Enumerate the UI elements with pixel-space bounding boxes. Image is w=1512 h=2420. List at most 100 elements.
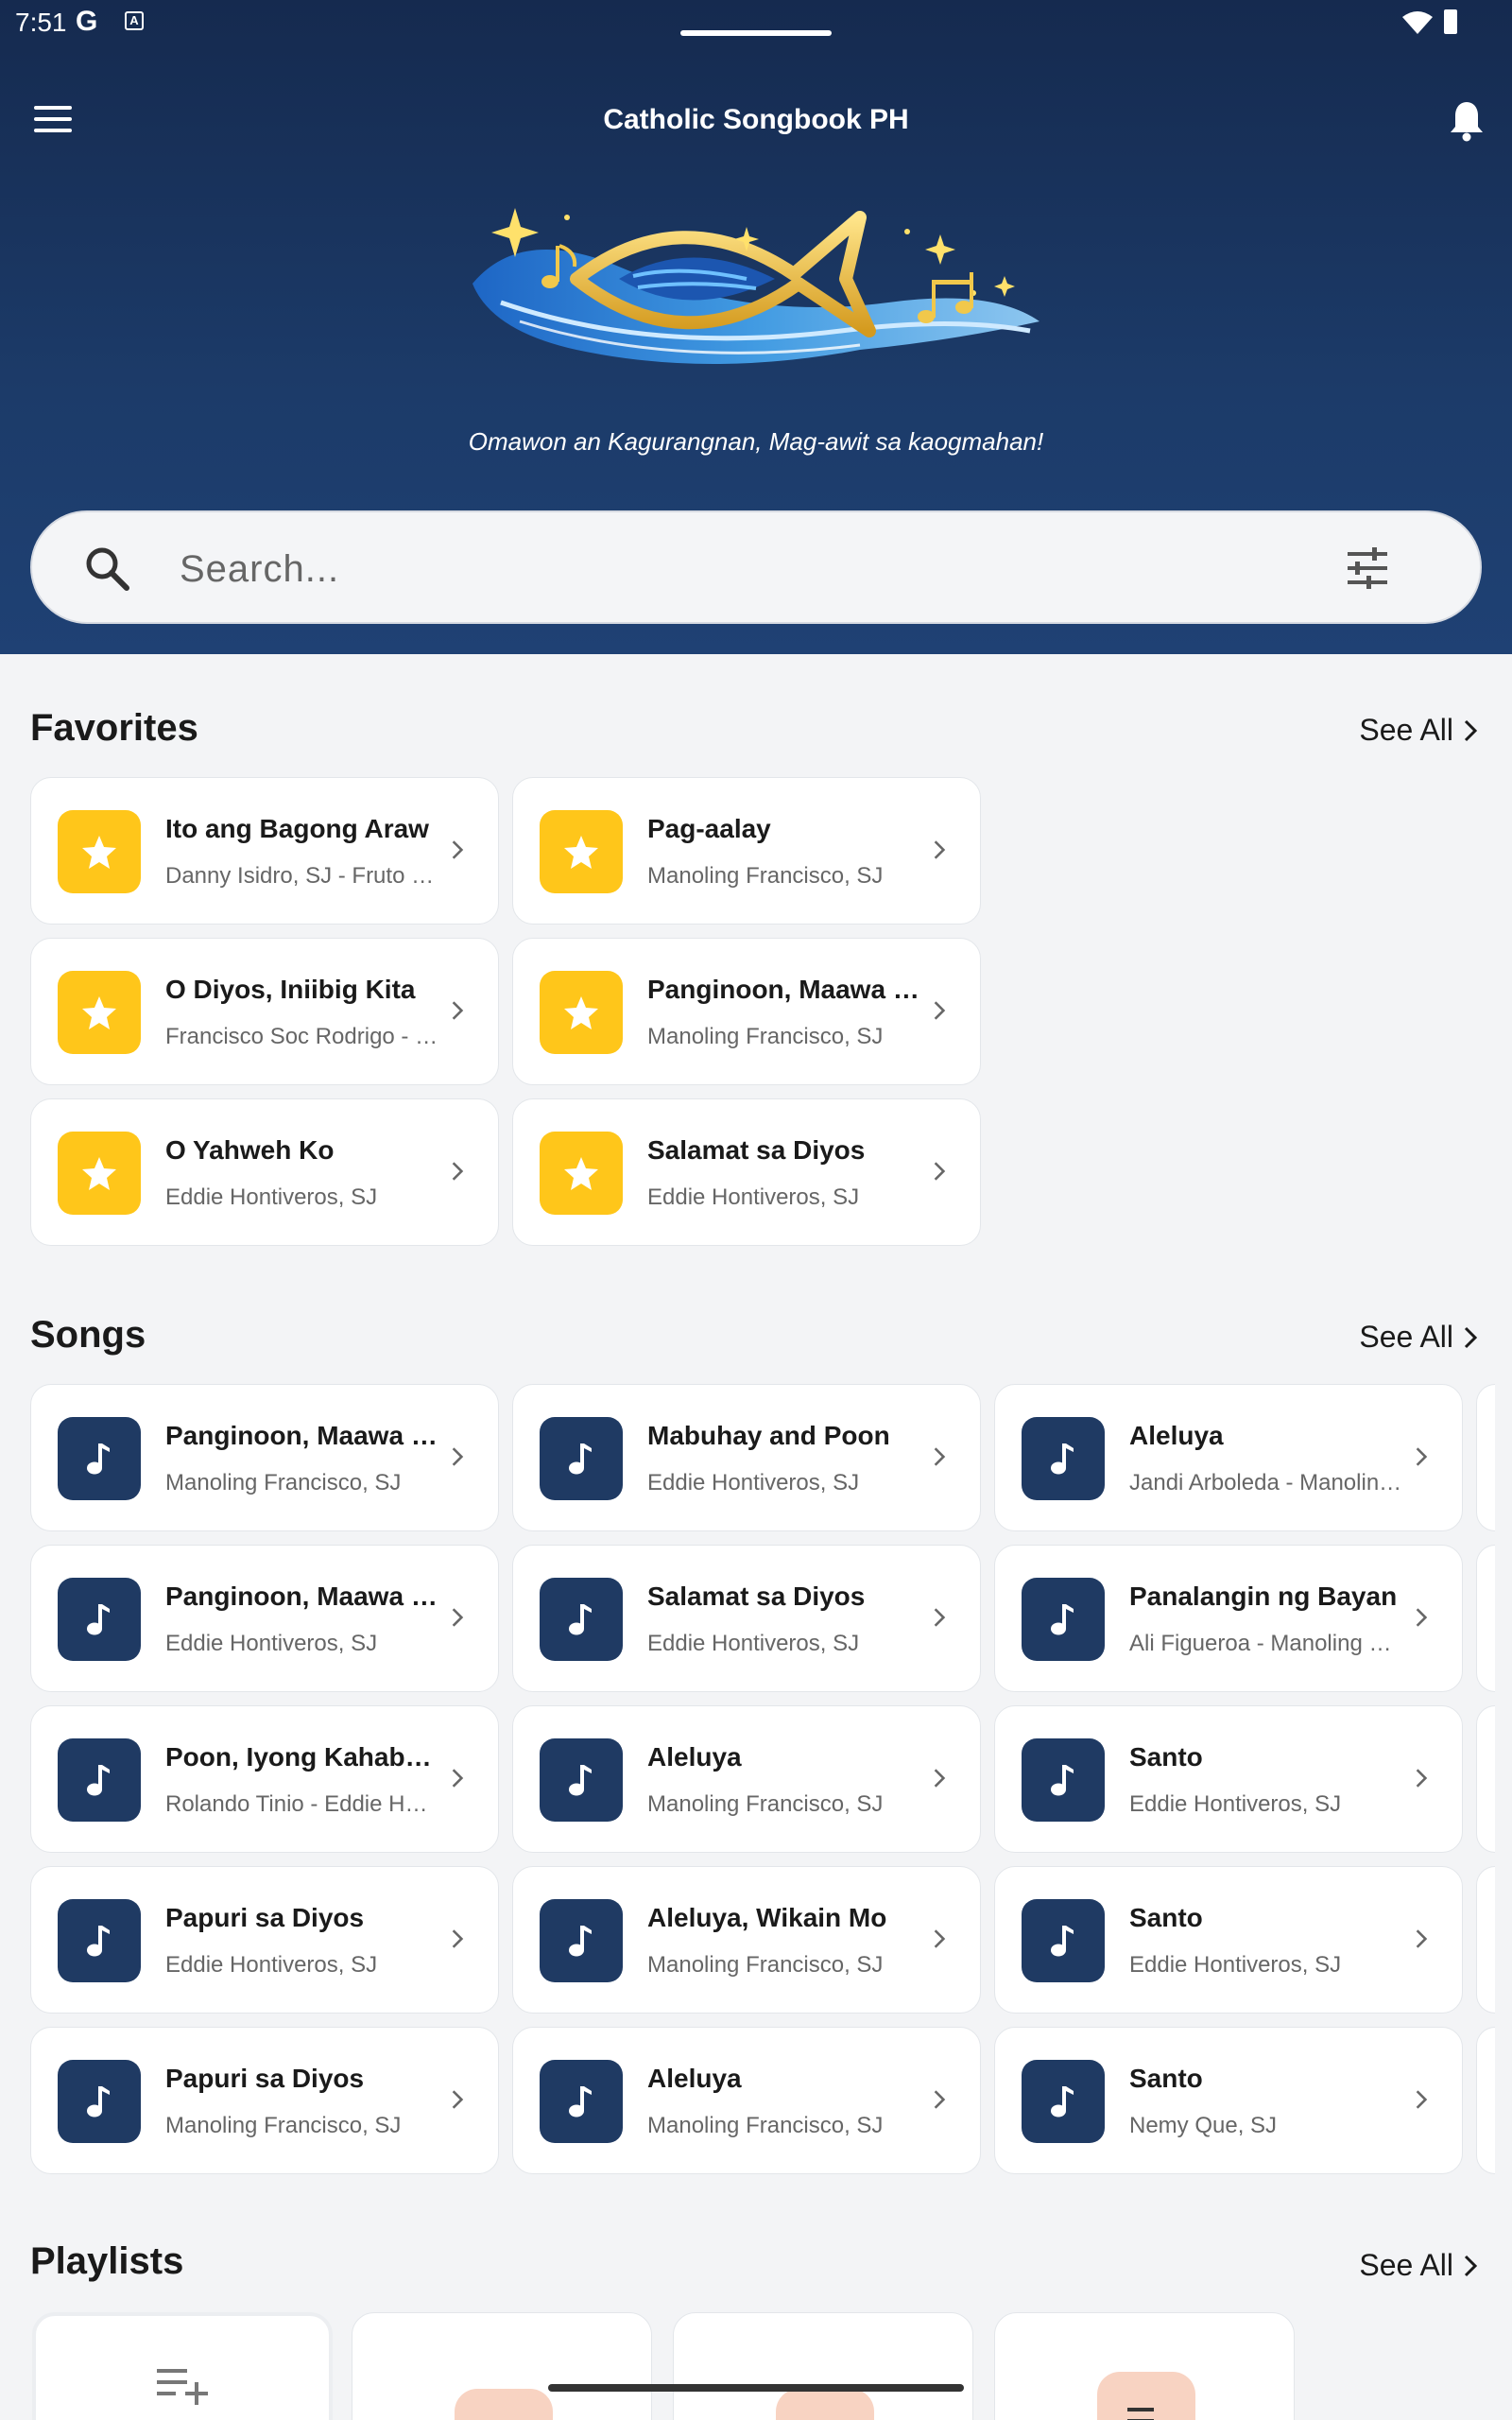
song-author: Manoling Francisco, SJ: [647, 1952, 884, 1978]
favorite-song-card[interactable]: O Diyos, Iniibig Kita Francisco Soc Rodri…: [30, 938, 499, 1085]
wifi-icon: [1402, 11, 1433, 34]
song-title: Santo: [1129, 2064, 1203, 2093]
song-author: Manoling Francisco, SJ: [647, 1791, 884, 1817]
chevron-right-icon: [451, 2088, 464, 2116]
song-author: Manoling Francisco, SJ: [647, 863, 884, 889]
song-title: Aleluya: [1129, 1421, 1224, 1450]
song-card[interactable]: Santo Eddie Hontiveros, SJ: [994, 1866, 1463, 2014]
chevron-right-icon: [1464, 2255, 1478, 2276]
song-author: Manoling Francisco, SJ: [647, 1024, 884, 1049]
next-column-card[interactable]: [1476, 1545, 1495, 1692]
playlist-card[interactable]: [352, 2312, 652, 2420]
song-card[interactable]: Papuri sa Diyos Manoling Francisco, SJ: [30, 2027, 499, 2174]
music-note-icon: [1022, 1417, 1105, 1500]
playlist-card[interactable]: [994, 2312, 1295, 2420]
tune-icon[interactable]: [1344, 546, 1391, 590]
favorite-song-card[interactable]: Pag-aalay Manoling Francisco, SJ: [512, 777, 981, 925]
playlist-thumbnail: [455, 2389, 553, 2420]
song-card[interactable]: Salamat sa Diyos Eddie Hontiveros, SJ: [512, 1545, 981, 1692]
music-note-icon: [1022, 1578, 1105, 1661]
star-icon: [58, 971, 141, 1054]
song-card[interactable]: Panginoon, Maawa Ka Manoling Francisco, S…: [30, 1384, 499, 1531]
song-card[interactable]: Panginoon, Maawa Ka Eddie Hontiveros, SJ: [30, 1545, 499, 1692]
top-handle: [680, 30, 832, 36]
bell-icon[interactable]: [1448, 100, 1486, 142]
chevron-right-icon: [933, 1767, 946, 1794]
playlist-card[interactable]: [673, 2312, 973, 2420]
chevron-right-icon: [1415, 1445, 1428, 1473]
favorite-song-card[interactable]: Ito ang Bagong Araw Danny Isidro, SJ - Fr…: [30, 777, 499, 925]
song-title: Panalangin ng Bayan: [1129, 1582, 1398, 1611]
song-author: Nemy Que, SJ: [1129, 2113, 1278, 2138]
songs-grid: Panginoon, Maawa Ka Manoling Francisco, S…: [30, 1384, 1463, 2174]
star-icon: [58, 810, 141, 893]
song-title: O Diyos, Iniibig Kita: [165, 975, 416, 1004]
song-title: Mabuhay and Poon: [647, 1421, 890, 1450]
chevron-right-icon: [1415, 1927, 1428, 1955]
music-note-icon: [58, 1578, 141, 1661]
song-title: Salamat sa Diyos: [647, 1135, 866, 1165]
chevron-right-icon: [451, 1927, 464, 1955]
search-input[interactable]: [180, 541, 1314, 597]
see-all-label: See All: [1359, 713, 1453, 747]
song-card[interactable]: Aleluya, Wikain Mo Manoling Francisco, SJ: [512, 1866, 981, 2014]
chevron-right-icon: [1464, 719, 1478, 741]
song-author: Manoling Francisco, SJ: [165, 1470, 402, 1495]
music-note-icon: [58, 1899, 141, 1982]
chevron-right-icon: [933, 838, 946, 866]
music-note-icon: [1022, 1899, 1105, 1982]
song-title: O Yahweh Ko: [165, 1135, 335, 1165]
battery-icon: [1444, 9, 1457, 34]
next-column-card[interactable]: [1476, 1866, 1495, 2014]
chevron-right-icon: [933, 999, 946, 1027]
tagline: Omawon an Kagurangnan, Mag-awit sa kaogm…: [468, 427, 1044, 456]
playlist-thumbnail: [1097, 2372, 1195, 2420]
song-title: Panginoon, Maawa Ka: [165, 1582, 439, 1611]
song-card[interactable]: Santo Nemy Que, SJ: [994, 2027, 1463, 2174]
gesture-navigation-bar[interactable]: [548, 2384, 964, 2392]
music-note-icon: [540, 2060, 623, 2143]
search-icon: [86, 547, 129, 591]
song-title: Aleluya, Wikain Mo: [647, 1903, 887, 1932]
favorite-song-card[interactable]: O Yahweh Ko Eddie Hontiveros, SJ: [30, 1098, 499, 1246]
song-author: Eddie Hontiveros, SJ: [1129, 1791, 1342, 1817]
song-title: Salamat sa Diyos: [647, 1582, 866, 1611]
chevron-right-icon: [933, 1606, 946, 1634]
favorite-song-card[interactable]: Panginoon, Maawa Ka Manoling Francisco, S…: [512, 938, 981, 1085]
song-card[interactable]: Santo Eddie Hontiveros, SJ: [994, 1705, 1463, 1853]
song-title: Panginoon, Maawa Ka: [647, 975, 921, 1004]
playlists-see-all-button[interactable]: See All: [1359, 2248, 1478, 2283]
chevron-right-icon: [451, 1767, 464, 1794]
song-card[interactable]: Aleluya Jandi Arboleda - Manoling Francis…: [994, 1384, 1463, 1531]
favorite-song-card[interactable]: Salamat sa Diyos Eddie Hontiveros, SJ: [512, 1098, 981, 1246]
ichthys-logo: [472, 208, 1040, 364]
music-note-icon: [58, 1738, 141, 1822]
search-bar[interactable]: [30, 510, 1482, 624]
songs-see-all-button[interactable]: See All: [1359, 1320, 1478, 1355]
song-title: Pag-aalay: [647, 814, 771, 843]
see-all-label: See All: [1359, 1320, 1453, 1354]
song-author: Eddie Hontiveros, SJ: [647, 1184, 860, 1210]
add-playlist-card[interactable]: [32, 2312, 333, 2420]
song-author: Manoling Francisco, SJ: [647, 2113, 884, 2138]
playlist-thumbnail: [776, 2389, 874, 2420]
song-title: Papuri sa Diyos: [165, 1903, 365, 1932]
music-note-icon: [58, 2060, 141, 2143]
song-card[interactable]: Panalangin ng Bayan Ali Figueroa - Manoli…: [994, 1545, 1463, 1692]
next-column-card[interactable]: [1476, 1705, 1495, 1853]
favorites-see-all-button[interactable]: See All: [1359, 713, 1478, 748]
song-author: Eddie Hontiveros, SJ: [165, 1184, 378, 1210]
chevron-right-icon: [1415, 2088, 1428, 2116]
chevron-right-icon: [933, 1445, 946, 1473]
song-card[interactable]: Mabuhay and Poon Eddie Hontiveros, SJ: [512, 1384, 981, 1531]
song-author: Eddie Hontiveros, SJ: [165, 1952, 378, 1978]
next-column-card[interactable]: [1476, 2027, 1495, 2174]
song-card[interactable]: Aleluya Manoling Francisco, SJ: [512, 1705, 981, 1853]
playlists-title: Playlists: [30, 2240, 184, 2282]
song-card[interactable]: Poon, Iyong Kahabagan Rolando Tinio - Edd…: [30, 1705, 499, 1853]
next-column-card[interactable]: [1476, 1384, 1495, 1531]
song-card[interactable]: Aleluya Manoling Francisco, SJ: [512, 2027, 981, 2174]
song-card[interactable]: Papuri sa Diyos Eddie Hontiveros, SJ: [30, 1866, 499, 2014]
song-title: Poon, Iyong Kahabagan: [165, 1742, 439, 1772]
chevron-right-icon: [451, 1445, 464, 1473]
